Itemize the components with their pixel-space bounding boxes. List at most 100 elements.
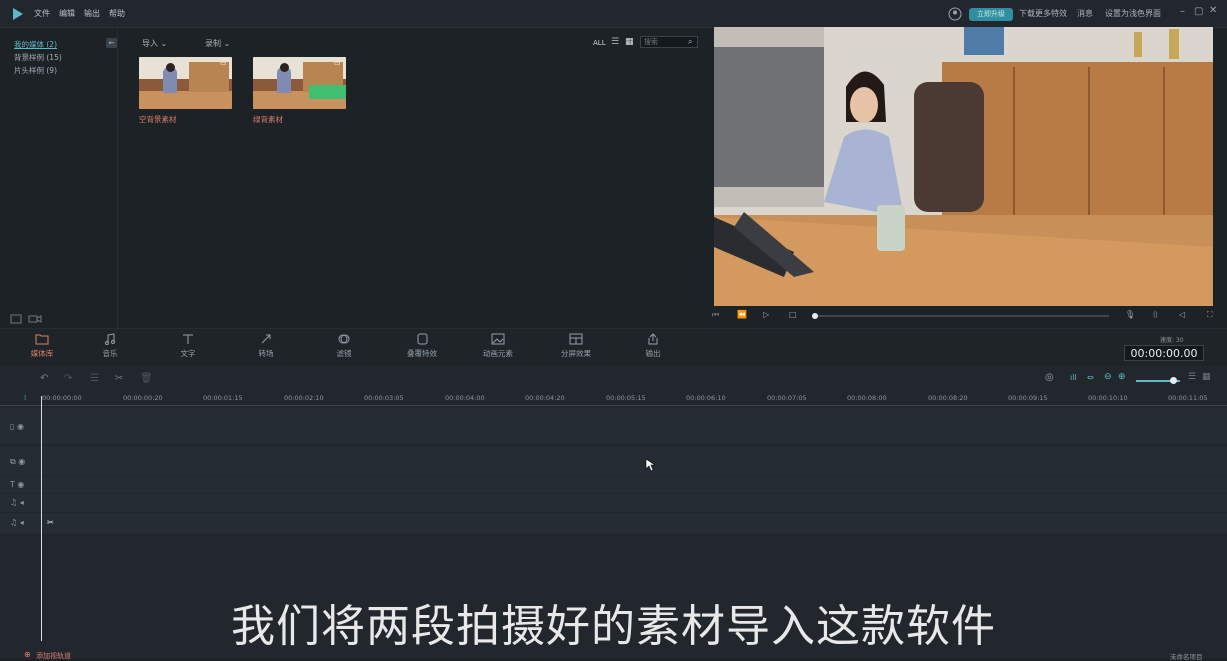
preview-controls: ⏮ ⏪ ▷ □ 🎙 ⌷ ◁ ⛶ <box>709 306 1227 326</box>
fit-timeline-icon[interactable]: ⇔ <box>1087 373 1094 382</box>
maximize-icon[interactable]: ▢ <box>1194 6 1203 17</box>
snap-icon[interactable]: ⁞ <box>24 394 26 402</box>
messages-link[interactable]: 消息 <box>1077 8 1093 19</box>
ruler-tick: 00:00:11:05 <box>1168 394 1208 402</box>
close-icon[interactable]: ✕ <box>1209 5 1217 16</box>
media-clip-1[interactable]: ▭ <box>139 57 232 109</box>
fps-label: 速度: 30 <box>1160 337 1184 344</box>
text-track-icon: T ◉ <box>10 480 25 489</box>
list-view-icon[interactable]: ☰ <box>611 37 619 47</box>
download-effects-link[interactable]: 下载更多特效 <box>1019 8 1067 19</box>
redo-icon[interactable]: ↷ <box>64 373 72 384</box>
ruler-tick: 00:00:08:00 <box>847 394 887 402</box>
filter-all[interactable]: ALL <box>593 39 606 47</box>
track-list-icon[interactable]: ☰ <box>1188 372 1196 382</box>
video-subtitle: 我们将两段拍摄好的素材导入这款软件 <box>231 601 996 652</box>
ruler-tick: 00:00:03:05 <box>364 394 404 402</box>
tab-label: 转场 <box>258 349 274 358</box>
ruler-tick: 00:00:10:10 <box>1088 394 1128 402</box>
video-clip-icon: ▭ <box>334 59 341 67</box>
playback-scrubber[interactable] <box>814 315 1109 317</box>
tab-export[interactable]: 输出 <box>623 333 683 359</box>
video-preview[interactable] <box>714 27 1213 307</box>
fullscreen-icon[interactable]: ⛶ <box>1207 310 1213 320</box>
ruler-tick: 00:00:00:00 <box>42 394 82 402</box>
zoom-out-icon[interactable]: ⊖ <box>1104 372 1112 382</box>
import-dropdown[interactable]: 导入 ⌄ <box>142 38 167 49</box>
tab-transitions[interactable]: 转场 <box>236 333 296 359</box>
media-sidebar: 我的媒体 (2) 背景样例 (15) 片头样例 (9) ← <box>0 28 118 328</box>
playhead-handle[interactable] <box>812 313 818 319</box>
tab-media-library[interactable]: 媒体库 <box>12 333 72 359</box>
track-grid-icon[interactable]: ▦ <box>1202 372 1211 382</box>
user-icon[interactable] <box>948 7 962 21</box>
stop-icon[interactable]: □ <box>789 310 797 319</box>
app-logo-icon <box>13 8 23 20</box>
tab-label: 叠覆特效 <box>407 349 437 358</box>
overlay-icon <box>417 333 428 345</box>
audio-track-2[interactable] <box>0 513 1227 533</box>
tab-elements[interactable]: 动画元素 <box>468 333 528 359</box>
skip-back-icon[interactable]: ⏮ <box>712 310 719 320</box>
tab-label: 文字 <box>180 349 196 358</box>
step-back-icon[interactable]: ⏪ <box>737 310 747 319</box>
record-dropdown[interactable]: 录制 ⌄ <box>205 38 230 49</box>
sidebar-item-backgrounds[interactable]: 背景样例 (15) <box>14 52 62 63</box>
microphone-icon[interactable]: 🎙 <box>1125 310 1135 319</box>
audio-track-icon: ♫ ◂ <box>10 498 24 507</box>
add-folder-icon[interactable] <box>10 314 22 324</box>
volume-icon[interactable]: ◁ <box>1179 310 1185 319</box>
add-track-link[interactable]: 添加视轨道 <box>36 651 71 661</box>
adjust-icon[interactable]: ☰ <box>90 373 99 384</box>
tool-tabs: 媒体库 音乐 文字 转场 滤镜 叠覆特效 动画元素 分屏效果 输出 速度: 30… <box>0 328 1227 366</box>
minimize-icon[interactable]: – <box>1180 6 1185 17</box>
sidebar-item-intros[interactable]: 片头样例 (9) <box>14 65 57 76</box>
audio-track-1[interactable] <box>0 494 1227 512</box>
grid-view-icon[interactable]: ▦ <box>625 37 634 47</box>
record-icon[interactable] <box>28 314 42 324</box>
zoom-slider-handle[interactable] <box>1170 377 1177 384</box>
scissors-icon[interactable]: ✂ <box>47 518 54 527</box>
media-clip-2[interactable]: ▭ <box>253 57 346 109</box>
add-track-icon[interactable]: ⊕ <box>24 650 31 659</box>
ruler-tick: 00:00:09:15 <box>1008 394 1048 402</box>
image-icon <box>491 333 505 345</box>
export-icon <box>648 333 658 345</box>
ruler-tick: 00:00:07:05 <box>767 394 807 402</box>
overlay-track[interactable] <box>0 446 1227 476</box>
mouse-cursor-icon <box>645 458 655 472</box>
collapse-sidebar-button[interactable]: ← <box>106 38 117 48</box>
ruler-tick: 00:00:04:20 <box>525 394 565 402</box>
audio-track-icon: ♫ ◂ <box>10 518 24 527</box>
menu-edit[interactable]: 编辑 <box>59 8 75 19</box>
render-preview-icon[interactable]: ◎ <box>1045 372 1054 383</box>
tab-filters[interactable]: 滤镜 <box>314 333 374 359</box>
menu-export[interactable]: 输出 <box>84 8 100 19</box>
theme-toggle-link[interactable]: 设置为浅色界面 <box>1105 8 1161 19</box>
undo-icon[interactable]: ↶ <box>40 373 48 384</box>
upgrade-button[interactable]: 立即升级 <box>969 8 1013 21</box>
tab-split-screen[interactable]: 分屏效果 <box>546 333 606 359</box>
tab-overlays[interactable]: 叠覆特效 <box>392 333 452 359</box>
text-track[interactable] <box>0 477 1227 493</box>
audio-waveform-icon[interactable]: ıll <box>1070 373 1077 382</box>
ruler-tick: 00:00:00:20 <box>123 394 163 402</box>
tab-text[interactable]: 文字 <box>158 333 218 359</box>
video-track[interactable] <box>0 408 1227 444</box>
ruler-tick: 00:00:05:15 <box>606 394 646 402</box>
sidebar-item-my-media[interactable]: 我的媒体 (2) <box>14 39 57 50</box>
search-icon: ⌕ <box>688 37 693 46</box>
filter-icon <box>338 334 350 344</box>
tab-music[interactable]: 音乐 <box>80 333 140 359</box>
zoom-in-icon[interactable]: ⊕ <box>1118 372 1126 382</box>
delete-icon[interactable]: 🗑 <box>140 373 153 384</box>
tab-label: 媒体库 <box>30 349 54 358</box>
tab-label: 滤镜 <box>336 349 352 358</box>
play-icon[interactable]: ▷ <box>763 310 769 319</box>
snapshot-icon[interactable]: ⌷ <box>1153 310 1158 320</box>
menu-help[interactable]: 帮助 <box>109 8 125 19</box>
video-clip-icon: ▭ <box>220 59 227 67</box>
tab-label: 动画元素 <box>483 349 513 358</box>
menu-file[interactable]: 文件 <box>34 8 50 19</box>
cut-icon[interactable]: ✂ <box>115 373 123 384</box>
